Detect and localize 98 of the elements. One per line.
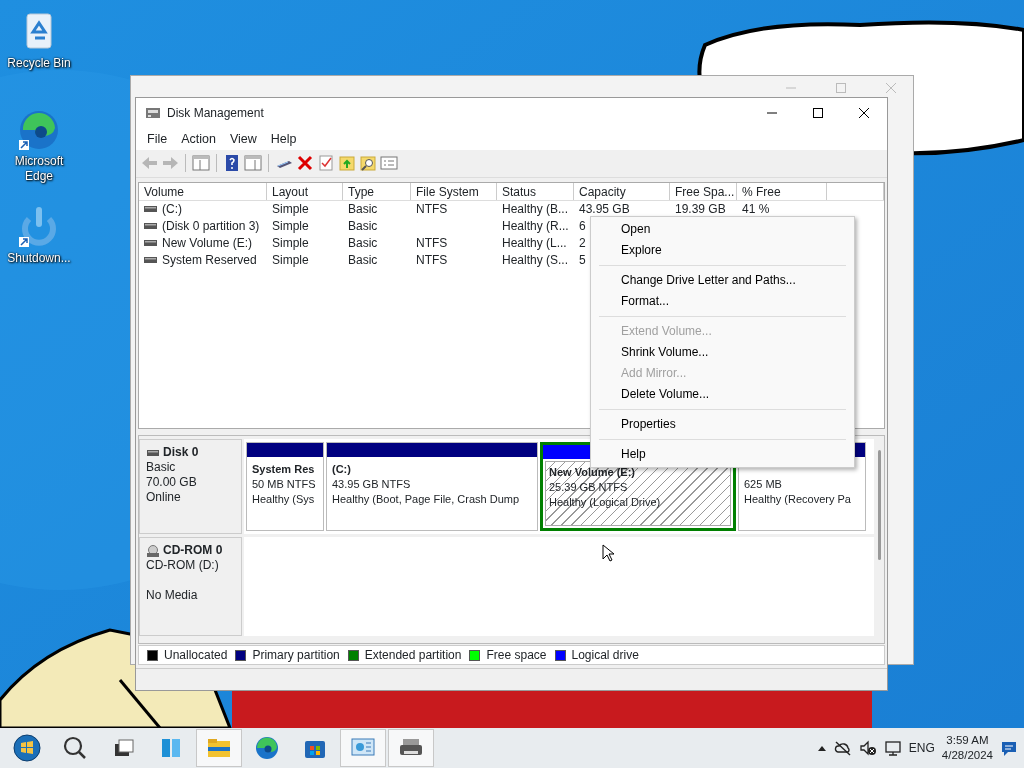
scrollbar-thumb[interactable] [877,450,881,561]
partition-info: Healthy (Recovery Pa [744,492,852,508]
partition[interactable]: System Res 50 MB NTFS Healthy (Sys [246,442,324,532]
table-cell: Healthy (R... [502,219,569,234]
checklist-icon[interactable] [317,154,335,173]
menu-item[interactable]: Help [263,129,304,149]
table-cell: 5 [579,253,586,268]
disk-name: CD-ROM 0 [163,543,223,559]
table-cell: Healthy (S... [502,253,569,268]
table-cell: Healthy (B... [502,202,569,217]
mouse-pointer-icon [602,544,614,562]
partition-info: Healthy (Boot, Page File, Crash Dump [332,492,521,508]
table-cell: Basic [348,202,378,217]
disk-status: No Media [146,588,199,604]
column-header[interactable]: Free Spa... [670,182,737,200]
partition-info: Healthy (Logical Drive) [549,495,662,511]
column-header[interactable]: Status [497,182,574,200]
disk-management-icon[interactable] [340,729,386,767]
clock-time[interactable]: 3:59 AM [941,733,993,748]
column-header[interactable]: Layout [267,182,343,200]
legend-label: Logical drive [571,647,639,665]
table-cell: Basic [348,253,378,268]
printer-icon[interactable] [388,729,434,767]
column-header[interactable]: Capacity [574,182,670,200]
table-cell-text: New Volume (E:) [162,235,253,253]
window-title: Disk Management [167,105,264,122]
column-header[interactable]: Volume [139,182,267,200]
partition-info: 25.39 GB NTFS [549,480,629,496]
table-cell: Healthy (L... [502,236,567,251]
menu-item[interactable]: Shrink Volume... [591,342,854,363]
table-cell: 19.39 GB [675,202,726,217]
speaker-muted-icon[interactable] [858,740,877,756]
drive-icon [144,240,157,247]
folder-icon[interactable] [338,154,356,173]
table-cell: Basic [348,236,378,251]
network-icon[interactable] [883,740,902,756]
menu-item[interactable]: Action [174,129,223,149]
table-cell: Simple [272,219,309,234]
legend-label: Unallocated [164,647,228,665]
partition-name: (C:) [332,462,352,478]
notification-icon[interactable] [1000,739,1018,757]
table-cell: Simple [272,202,309,217]
cloud-off-icon[interactable] [833,740,852,756]
legend-label: Primary partition [252,647,340,665]
table-cell: Simple [272,236,309,251]
menu-item[interactable]: File [140,129,175,149]
disk-name: Disk 0 [163,445,199,461]
caret-up-icon[interactable] [816,744,827,752]
partition-name: System Res [252,462,316,478]
folder-icon[interactable] [196,729,242,767]
menu-item: Extend Volume... [620,323,713,340]
partition-name: New Volume (E:) [549,465,636,481]
close-icon[interactable] [858,107,870,119]
table-cell: NTFS [416,253,448,268]
table-cell: 6 [579,219,586,234]
column-header[interactable]: Type [343,182,411,200]
table-cell-text: (Disk 0 partition 3) [162,218,260,236]
disk-management-icon [145,106,161,120]
partition-info: 50 MB NTFS [252,477,317,493]
menu-item[interactable]: Properties [591,414,854,435]
table-cell: Basic [348,219,378,234]
menu-item: Add Mirror... [620,365,688,382]
search-icon[interactable] [359,154,377,173]
disk-info: 70.00 GB [146,475,198,491]
disk-status: Online [146,490,182,506]
legend-label: Free space [486,647,547,665]
table-cell: NTFS [416,236,448,251]
menu-item[interactable]: Open [591,219,854,240]
menu-item[interactable]: Delete Volume... [591,384,854,405]
disk-info: CD-ROM (D:) [146,558,220,574]
table-cell: 2 [579,236,586,251]
drive-icon [144,223,157,230]
column-header[interactable]: File System [411,182,497,200]
cd-drive-icon [146,544,160,557]
partition-info: 43.95 GB NTFS [332,477,412,493]
partition[interactable]: (C:) 43.95 GB NTFS Healthy (Boot, Page File, Crash Dump [326,442,538,532]
drive-icon [144,206,157,213]
column-header[interactable]: % Free [737,182,827,200]
menu-item[interactable]: Change Drive Letter and Paths... [591,270,854,291]
table-cell-text: System Reserved [162,252,257,270]
menu-item[interactable]: Format... [591,291,854,312]
delete-icon[interactable] [296,154,314,173]
menu-item[interactable]: Explore [591,240,854,261]
partition-info: Healthy (Sys [252,492,316,508]
language-indicator[interactable]: ENG [908,739,935,757]
legend-label: Extended partition [364,647,462,665]
table-cell-text: (C:) [162,201,182,219]
table-cell: NTFS [416,202,448,217]
table-cell: Simple [272,253,309,268]
drive-icon [144,257,157,264]
partition-info: 625 MB [744,477,783,493]
help-icon[interactable] [223,154,241,173]
menu-item[interactable]: View [222,129,264,149]
maximize-icon[interactable] [812,107,824,119]
disk-info: Basic [146,460,177,476]
clock-date[interactable]: 4/28/2024 [941,748,993,763]
table-cell: 41 % [742,202,770,217]
table-cell: 43.95 GB [579,202,630,217]
